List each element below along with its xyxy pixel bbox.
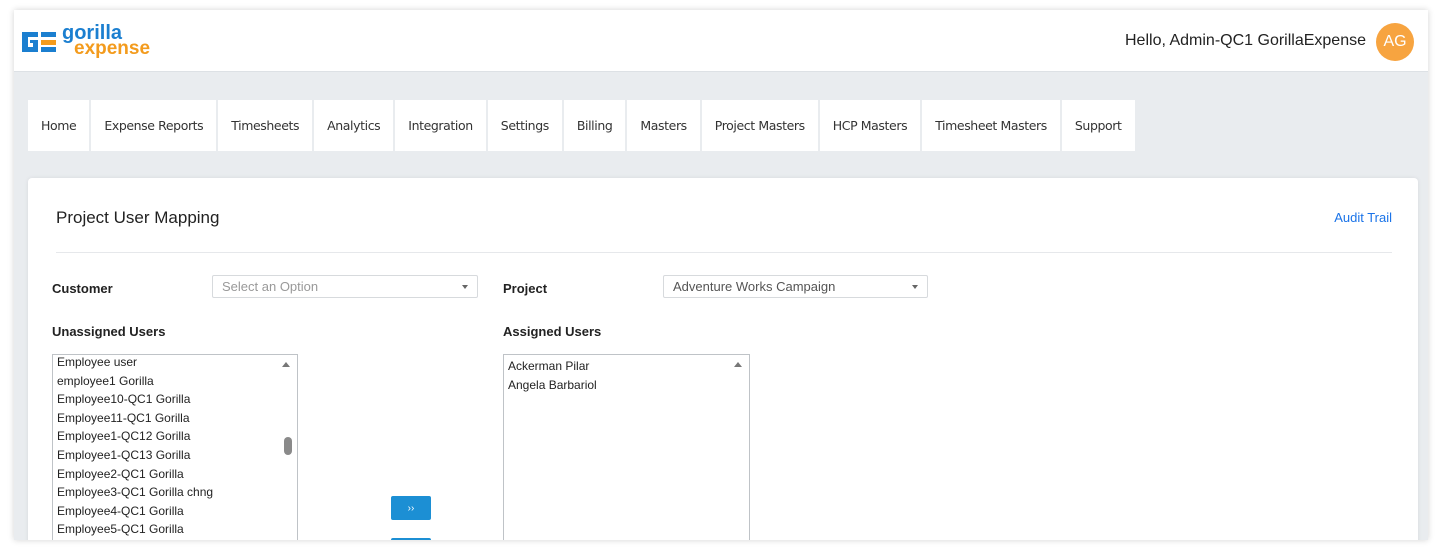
list-item[interactable]: Employee user xyxy=(57,355,275,372)
list-item[interactable]: Employee4-QC1 Gorilla xyxy=(57,502,275,521)
user-greeting: Hello, Admin-QC1 GorillaExpense xyxy=(1125,32,1366,49)
list-item[interactable]: Employee2-QC1 Gorilla xyxy=(57,465,275,484)
tab-masters[interactable]: Masters xyxy=(627,100,700,151)
project-user-mapping-card: Project User Mapping Audit Trail Custome… xyxy=(28,178,1418,540)
assigned-users-label: Assigned Users xyxy=(503,324,602,339)
tab-expense-reports[interactable]: Expense Reports xyxy=(91,100,217,151)
list-item[interactable]: Employee1-QC13 Gorilla xyxy=(57,446,275,465)
page-title: Project User Mapping xyxy=(56,208,220,227)
list-item[interactable]: Angela Barbariol xyxy=(508,376,727,395)
audit-trail-link[interactable]: Audit Trail xyxy=(1334,210,1392,225)
tab-home[interactable]: Home xyxy=(28,100,90,151)
list-item[interactable]: Employee5-QC1 Gorilla xyxy=(57,520,275,539)
list-item[interactable]: Employee3-QC1 Gorilla chng xyxy=(57,483,275,502)
scroll-up-arrow-icon[interactable] xyxy=(282,362,290,367)
unassign-users-button[interactable]: ‹‹ xyxy=(391,538,431,540)
scroll-up-arrow-icon[interactable] xyxy=(734,362,742,367)
project-select-value: Adventure Works Campaign xyxy=(673,279,836,294)
main-nav-tabs: Home Expense Reports Timesheets Analytics In… xyxy=(28,100,1137,151)
assigned-users-items: Ackerman Pilar Angela Barbariol xyxy=(508,357,727,394)
gorilla-expense-logo[interactable]: gorilla expense xyxy=(20,22,170,62)
scrollbar-thumb[interactable] xyxy=(284,437,292,455)
tab-settings[interactable]: Settings xyxy=(487,100,562,151)
tab-support[interactable]: Support xyxy=(1061,100,1135,151)
tab-hcp-masters[interactable]: HCP Masters xyxy=(819,100,921,151)
list-item[interactable]: Employee11-QC1 Gorilla xyxy=(57,409,275,428)
chevron-down-icon xyxy=(912,285,918,289)
assign-users-button[interactable]: ›› xyxy=(391,496,431,520)
customer-label: Customer xyxy=(52,281,113,296)
unassigned-users-items: Employee user employee1 Gorilla Employee10… xyxy=(57,355,275,540)
list-item[interactable]: Employee1-QC12 Gorilla xyxy=(57,427,275,446)
project-select[interactable]: Adventure Works Campaign xyxy=(663,275,928,298)
list-item[interactable]: employee1 Gorilla xyxy=(57,372,275,391)
tab-analytics[interactable]: Analytics xyxy=(314,100,394,151)
tab-timesheets[interactable]: Timesheets xyxy=(218,100,313,151)
unassigned-users-label: Unassigned Users xyxy=(52,324,166,339)
logo-mark-icon xyxy=(22,32,56,52)
list-item[interactable]: Employee6-QC1 Gorilla xyxy=(57,539,275,540)
tab-integration[interactable]: Integration xyxy=(395,100,486,151)
top-bar: gorilla expense Hello, Admin-QC1 Gorilla… xyxy=(14,10,1428,72)
tab-billing[interactable]: Billing xyxy=(563,100,626,151)
project-label: Project xyxy=(503,281,548,296)
assigned-users-list[interactable]: Ackerman Pilar Angela Barbariol xyxy=(503,354,750,540)
app-window: gorilla expense Hello, Admin-QC1 Gorilla… xyxy=(14,10,1428,540)
list-item[interactable]: Ackerman Pilar xyxy=(508,357,727,376)
customer-select[interactable]: Select an Option xyxy=(212,275,478,298)
divider xyxy=(56,252,1392,253)
tab-timesheet-masters[interactable]: Timesheet Masters xyxy=(922,100,1060,151)
tab-project-masters[interactable]: Project Masters xyxy=(701,100,818,151)
unassigned-users-list[interactable]: Employee user employee1 Gorilla Employee10… xyxy=(52,354,298,540)
logo-word-expense: expense xyxy=(74,38,151,59)
avatar[interactable]: AG xyxy=(1376,23,1414,61)
customer-select-placeholder: Select an Option xyxy=(222,279,319,294)
chevron-down-icon xyxy=(462,285,468,289)
list-item[interactable]: Employee10-QC1 Gorilla xyxy=(57,390,275,409)
